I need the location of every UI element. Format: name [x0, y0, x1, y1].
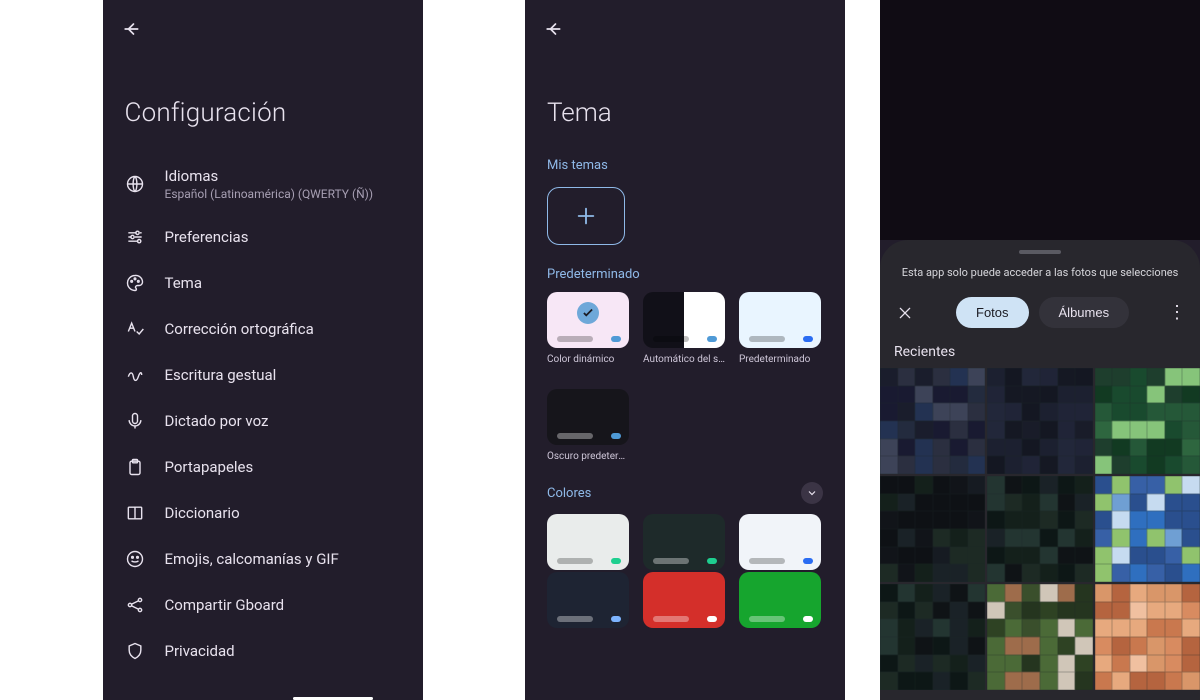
photo-thumbnail[interactable] — [987, 476, 1092, 582]
settings-item-label: Corrección ortográfica — [165, 320, 314, 338]
theme-tile-label: Predeterminado — [739, 354, 810, 365]
section-default: Predeterminado — [525, 259, 845, 292]
section-recents: Recientes — [880, 342, 1200, 368]
clipboard-icon — [125, 457, 145, 477]
picker-sheet: Esta app solo puede acceder a las fotos … — [880, 240, 1200, 700]
photo-thumbnail[interactable] — [1095, 584, 1200, 690]
photo-thumbnail[interactable] — [1095, 476, 1200, 582]
globe-icon — [125, 174, 145, 194]
theme-tile-label: Oscuro predeterminado — [547, 451, 629, 462]
gesture-icon — [125, 365, 145, 385]
book-icon — [125, 503, 145, 523]
settings-item-label: Idiomas — [165, 167, 374, 185]
theme-tile-label: Color dinámico — [547, 354, 614, 365]
sliders-icon — [125, 227, 145, 247]
tab-albums[interactable]: Álbumes — [1039, 297, 1130, 328]
theme-tile[interactable] — [739, 292, 821, 348]
spellcheck-icon — [125, 319, 145, 339]
settings-item-label: Escritura gestual — [165, 366, 277, 384]
settings-item-palette[interactable]: Tema — [125, 260, 401, 306]
settings-item-shield[interactable]: Privacidad — [125, 628, 401, 674]
settings-screen: Configuración Idiomas Español (Latinoamér… — [103, 0, 423, 700]
photo-thumbnail[interactable] — [1095, 368, 1200, 474]
mic-icon — [125, 411, 145, 431]
photo-thumbnail[interactable] — [987, 584, 1092, 690]
section-my-themes: Mis temas — [525, 150, 845, 183]
drag-handle[interactable] — [1019, 250, 1061, 254]
palette-icon — [125, 273, 145, 293]
theme-tile[interactable] — [547, 389, 629, 445]
back-icon[interactable] — [121, 19, 141, 39]
page-title: Configuración — [103, 58, 423, 154]
photo-thumbnail[interactable] — [987, 368, 1092, 474]
theme-tile[interactable] — [547, 514, 629, 570]
settings-item-label: Preferencias — [165, 228, 249, 246]
overflow-menu-icon[interactable]: ⋮ — [1168, 302, 1186, 323]
theme-screen: Tema Mis temas Predeterminado Color diná… — [525, 0, 845, 700]
settings-item-label: Dictado por voz — [165, 412, 269, 430]
add-theme-button[interactable] — [547, 187, 625, 245]
settings-item-globe[interactable]: Idiomas Español (Latinoamérica) (QWERTY (… — [125, 154, 401, 214]
app-background — [880, 0, 1200, 240]
theme-tile[interactable] — [643, 572, 725, 628]
settings-item-label: Tema — [165, 274, 203, 292]
settings-item-label: Emojis, calcomanías y GIF — [165, 550, 339, 568]
page-title: Tema — [525, 58, 845, 150]
chevron-down-icon[interactable] — [801, 482, 823, 504]
photo-thumbnail[interactable] — [880, 476, 985, 582]
theme-tile[interactable] — [547, 572, 629, 628]
settings-item-sliders[interactable]: Preferencias — [125, 214, 401, 260]
permission-message: Esta app solo puede acceder a las fotos … — [880, 266, 1200, 297]
shield-icon — [125, 641, 145, 661]
settings-item-book[interactable]: Diccionario — [125, 490, 401, 536]
check-icon — [577, 302, 599, 324]
theme-tile[interactable] — [547, 292, 629, 348]
settings-item-label: Diccionario — [165, 504, 240, 522]
settings-item-label: Compartir Gboard — [165, 596, 285, 614]
photo-picker-screen: Esta app solo puede acceder a las fotos … — [880, 0, 1200, 700]
settings-item-sub: Español (Latinoamérica) (QWERTY (Ñ)) — [165, 187, 374, 201]
theme-tile[interactable] — [739, 572, 821, 628]
settings-item-clipboard[interactable]: Portapapeles — [125, 444, 401, 490]
settings-item-share[interactable]: Compartir Gboard — [125, 582, 401, 628]
close-icon[interactable] — [894, 302, 916, 324]
settings-item-label: Privacidad — [165, 642, 235, 660]
theme-tile[interactable] — [643, 514, 725, 570]
back-icon[interactable] — [543, 19, 563, 39]
settings-item-label: Portapapeles — [165, 458, 254, 476]
settings-item-emoji[interactable]: Emojis, calcomanías y GIF — [125, 536, 401, 582]
tab-photos[interactable]: Fotos — [956, 297, 1029, 328]
theme-tile[interactable] — [739, 514, 821, 570]
share-icon — [125, 595, 145, 615]
settings-item-mic[interactable]: Dictado por voz — [125, 398, 401, 444]
theme-tile-label: Automático del sistema — [643, 354, 725, 365]
section-colors: Colores — [547, 486, 591, 501]
settings-item-spellcheck[interactable]: Corrección ortográfica — [125, 306, 401, 352]
emoji-icon — [125, 549, 145, 569]
settings-item-gesture[interactable]: Escritura gestual — [125, 352, 401, 398]
photo-thumbnail[interactable] — [880, 368, 985, 474]
theme-tile[interactable] — [643, 292, 725, 348]
photo-thumbnail[interactable] — [880, 584, 985, 690]
